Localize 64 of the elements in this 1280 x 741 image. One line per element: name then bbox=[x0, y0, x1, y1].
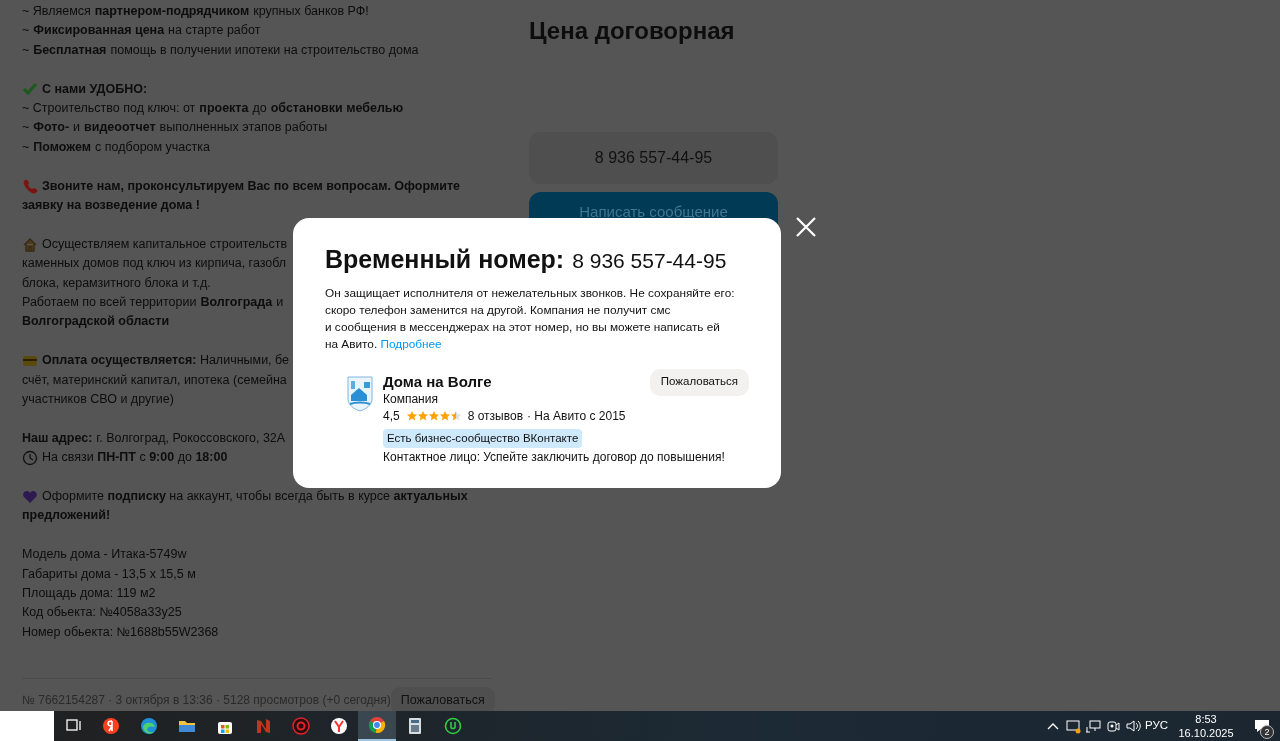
clock-date[interactable]: 16.10.2025 bbox=[1172, 726, 1240, 740]
star-icon bbox=[417, 411, 428, 421]
report-button[interactable]: Пожаловаться bbox=[649, 368, 749, 396]
on-avito-since: · На Авито с 2015 bbox=[527, 407, 626, 425]
notification-count: 2 bbox=[1260, 725, 1274, 739]
description-text: ~ Строительство под ключ: от проекта до обстановки мебелью bbox=[22, 100, 404, 117]
description-text: каменных домов под ключ из кирпича, газобл bbox=[22, 255, 287, 273]
description-text: С нами УДОБНО: bbox=[42, 80, 148, 98]
company-type: Компания bbox=[383, 390, 439, 408]
chrome-icon[interactable] bbox=[368, 716, 386, 734]
description-text: Работаем по всей территории Волгограда и bbox=[22, 294, 284, 312]
star-icon bbox=[450, 411, 461, 421]
price-heading: Цена договорная bbox=[529, 17, 736, 46]
company-name: Дома на Волге bbox=[383, 372, 492, 391]
reviews-count: 8 отзывов bbox=[467, 407, 524, 425]
star-icon bbox=[439, 411, 450, 421]
description-text: ~ Фиксированная цена на старте работ bbox=[22, 22, 261, 40]
modal-title: Временный номер: bbox=[325, 244, 565, 274]
close-icon[interactable] bbox=[795, 216, 817, 238]
description-text: Волгоградской области bbox=[22, 313, 170, 331]
star-icon bbox=[428, 411, 439, 421]
clock-icon bbox=[22, 449, 38, 466]
description-text: участников СВО и другие) bbox=[22, 391, 174, 409]
description-text: счёт, материнский капитал, ипотека (семейна bbox=[22, 371, 287, 389]
description-text: предложений! bbox=[22, 507, 111, 525]
circle-app-icon[interactable] bbox=[102, 717, 120, 735]
game-icon[interactable] bbox=[254, 717, 272, 735]
description-text: ~ Бесплатная помощь в получении ипотеки на строительство дома bbox=[22, 41, 419, 59]
description-text: Наш адрес: г. Волгоград, Рокоссовского, 32А bbox=[22, 429, 286, 447]
monitor-icon[interactable] bbox=[1064, 718, 1081, 734]
heart-icon bbox=[22, 488, 38, 505]
description-text: Габариты дома - 13,5 x 15,5 м bbox=[22, 565, 196, 583]
description-text: Модель дома - Итака-5749w bbox=[22, 546, 187, 564]
contact-person: Контактное лицо: Успейте заключить договор до повышения! bbox=[383, 448, 726, 466]
description-text: Код обьекта: №4058a33y25 bbox=[22, 604, 182, 622]
description-text: Осуществляем капитальное строительств bbox=[42, 235, 288, 253]
description-text: заявку на возведение дома ! bbox=[22, 197, 200, 215]
description-text: Номер обьекта: №1688b55W2368 bbox=[22, 623, 219, 641]
phone-number: 8 936 557-44-95 bbox=[572, 248, 727, 274]
checkmark-icon bbox=[22, 81, 38, 98]
description-text: блока, керамзитного блока и т.д. bbox=[22, 274, 211, 292]
description-text: ~ Фото- и видеоотчет выполненных этапов работы bbox=[22, 119, 328, 137]
description-text: На связи ПН-ПТ с 9:00 до 18:00 bbox=[42, 449, 228, 467]
description-text: ~ Поможем с подбором участка bbox=[22, 138, 210, 156]
modal-description: Он защищает исполнителя от нежелательных звонков. Не сохраняйте его: скоро телефон заменится на другой. Компания не получит смс и сообщения в мессенджерах на этот номер, но вы можете написать ей на Авито. Подробнее bbox=[325, 284, 736, 353]
clock-time[interactable]: 8:53 bbox=[1172, 712, 1240, 726]
description-text: Оформите подписку на аккаунт, чтобы всегда быть в курсе актуальных bbox=[42, 488, 468, 506]
y-browser-icon[interactable] bbox=[330, 717, 348, 735]
house-icon bbox=[22, 236, 38, 253]
description-text: ~ Являемся партнером-подрядчиком крупных банков РФ! bbox=[22, 3, 369, 20]
description-text: Площадь дома: 119 м2 bbox=[22, 585, 156, 603]
circle-app-icon[interactable] bbox=[444, 717, 462, 735]
description-text: Оплата осуществляется: Наличными, бе bbox=[42, 352, 290, 370]
language-indicator[interactable]: РУС bbox=[1144, 717, 1168, 735]
browser-icon[interactable] bbox=[140, 717, 158, 735]
community-badge: Есть бизнес-сообщество ВКонтакте bbox=[383, 428, 583, 448]
phone-icon bbox=[22, 178, 38, 195]
calculator-icon[interactable] bbox=[406, 717, 424, 735]
description-text: Звоните нам, проконсультируем Вас по всем вопросам. Оформите bbox=[42, 177, 460, 195]
speaker-icon[interactable] bbox=[1124, 718, 1141, 734]
star-icon bbox=[406, 411, 417, 421]
camera-icon[interactable] bbox=[1104, 718, 1121, 734]
network-icon[interactable] bbox=[1084, 718, 1101, 734]
rating-value: 4,5 bbox=[383, 407, 400, 425]
